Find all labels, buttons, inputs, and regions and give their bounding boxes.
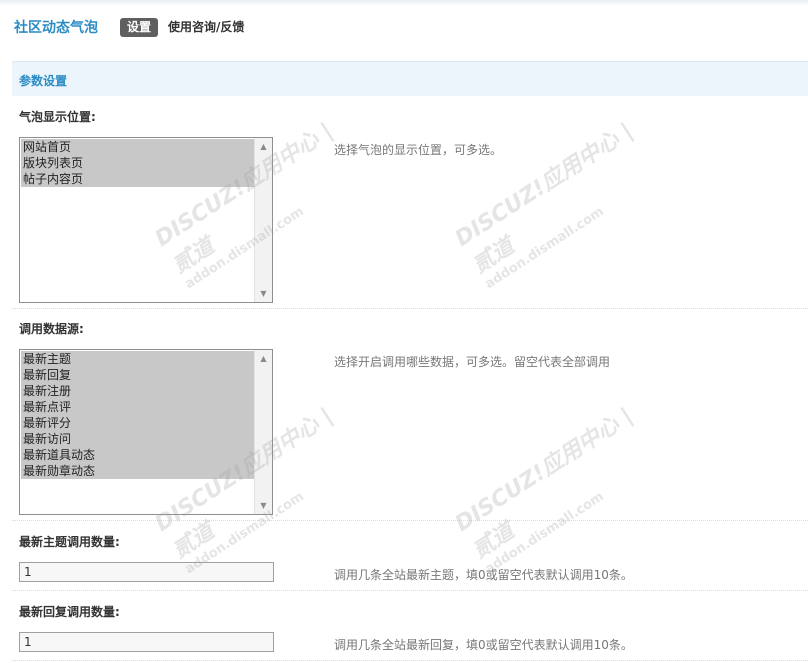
data-source-label: 调用数据源: — [19, 322, 84, 336]
data-source-option[interactable]: 最新勋章动态 — [21, 463, 255, 479]
data-source-option[interactable]: 最新访问 — [21, 431, 255, 447]
bubble-position-hint: 选择气泡的显示位置，可多选。 — [334, 143, 503, 157]
scroll-up-icon[interactable]: ▲ — [255, 138, 272, 155]
section-title: 参数设置 — [19, 74, 68, 88]
thread-count-input[interactable] — [19, 562, 274, 582]
bubble-position-option[interactable]: 网站首页 — [21, 139, 255, 155]
bubble-position-select[interactable]: 网站首页 版块列表页 帖子内容页 ▲ ▼ — [19, 137, 273, 303]
section-header: 参数设置 — [12, 61, 808, 96]
reply-count-hint: 调用几条全站最新回复，填0或留空代表默认调用10条。 — [334, 638, 633, 652]
divider — [12, 520, 808, 521]
data-source-option[interactable]: 最新道具动态 — [21, 447, 255, 463]
divider — [12, 308, 808, 309]
top-bar — [0, 0, 808, 6]
app-title: 社区动态气泡 — [14, 20, 98, 36]
scroll-down-icon[interactable]: ▼ — [255, 497, 272, 514]
reply-count-input[interactable] — [19, 632, 274, 652]
thread-count-label: 最新主题调用数量: — [19, 535, 120, 549]
data-source-option[interactable]: 最新回复 — [21, 367, 255, 383]
tab-feedback[interactable]: 使用咨询/反馈 — [168, 19, 244, 36]
bubble-position-option[interactable]: 帖子内容页 — [21, 171, 255, 187]
data-source-option[interactable]: 最新评分 — [21, 415, 255, 431]
divider — [12, 590, 808, 591]
bubble-position-label: 气泡显示位置: — [19, 110, 96, 124]
data-source-option[interactable]: 最新主题 — [21, 351, 255, 367]
scroll-down-icon[interactable]: ▼ — [255, 285, 272, 302]
reply-count-label: 最新回复调用数量: — [19, 605, 120, 619]
tab-settings[interactable]: 设置 — [120, 18, 159, 37]
thread-count-hint: 调用几条全站最新主题，填0或留空代表默认调用10条。 — [334, 568, 633, 582]
data-source-select[interactable]: 最新主题 最新回复 最新注册 最新点评 最新评分 最新访问 最新道具动态 最新勋章动态 ▲ ▼ — [19, 349, 273, 515]
watermark: DISCUZ!应用中心 | 贰道 addon.dismall.com — [450, 118, 638, 293]
scrollbar[interactable]: ▲ ▼ — [254, 138, 272, 302]
data-source-option[interactable]: 最新注册 — [21, 383, 255, 399]
bubble-position-option[interactable]: 版块列表页 — [21, 155, 255, 171]
data-source-option[interactable]: 最新点评 — [21, 399, 255, 415]
scroll-up-icon[interactable]: ▲ — [255, 350, 272, 367]
scrollbar[interactable]: ▲ ▼ — [254, 350, 272, 514]
divider — [12, 660, 808, 661]
data-source-hint: 选择开启调用哪些数据，可多选。留空代表全部调用 — [334, 355, 611, 369]
